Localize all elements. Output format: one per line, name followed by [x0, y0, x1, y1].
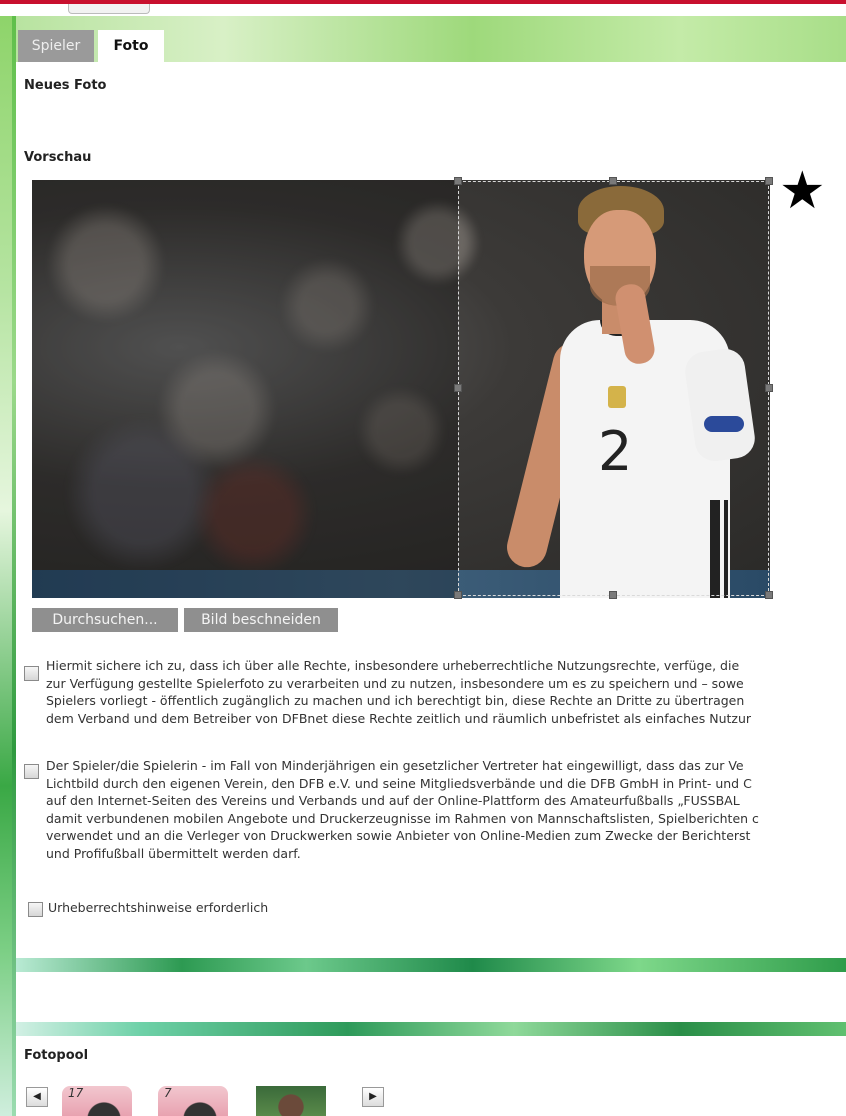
green-divider-bottom — [16, 1022, 846, 1036]
new-photo-heading: Neues Foto — [24, 78, 107, 93]
green-divider-top — [16, 958, 846, 972]
crop-handle-left[interactable] — [454, 384, 462, 392]
fotopool-thumbnail[interactable]: 7 — [158, 1086, 228, 1116]
top-strip — [0, 4, 846, 16]
player-consent-line: verwendet und an die Verleger von Druckw… — [46, 828, 751, 843]
rights-consent-line: Hiermit sichere ich zu, dass ich über al… — [46, 658, 740, 673]
crop-selection[interactable] — [458, 181, 769, 596]
tab-foto[interactable]: Foto — [98, 30, 164, 62]
tab-bar: Spieler Foto — [16, 16, 846, 62]
crop-handle-bottom-right[interactable] — [765, 591, 773, 599]
top-handle[interactable] — [68, 4, 150, 14]
tab-spieler[interactable]: Spieler — [18, 30, 94, 62]
fotopool-thumbnail[interactable]: 17 — [62, 1086, 132, 1116]
crop-handle-top[interactable] — [609, 177, 617, 185]
fotopool-next-button[interactable]: ▶ — [362, 1087, 384, 1107]
fotopool-heading: Fotopool — [24, 1048, 89, 1063]
player-consent-checkbox[interactable] — [24, 764, 39, 779]
player-consent-line: und Profifußball übermittelt werden darf… — [46, 845, 301, 861]
fotopool-thumbnail[interactable] — [256, 1086, 326, 1116]
preview-heading: Vorschau — [24, 150, 92, 165]
player-consent-text: Der Spieler/die Spielerin - im Fall von … — [46, 757, 846, 862]
thumbnail-number: 17 — [68, 1086, 84, 1100]
copyright-checkbox[interactable] — [28, 902, 43, 917]
left-decorative-band — [0, 16, 16, 1116]
crop-handle-top-right[interactable] — [765, 177, 773, 185]
crop-outside-shade — [32, 180, 458, 598]
player-consent-line: auf den Internet-Seiten des Vereins und … — [46, 793, 740, 808]
star-icon: ★ — [779, 161, 826, 221]
rights-consent-line: Spielers vorliegt - öffentlich zugänglic… — [46, 693, 745, 708]
arrow-right-icon: ▶ — [369, 1091, 377, 1102]
crop-handle-bottom[interactable] — [609, 591, 617, 599]
rights-consent-checkbox[interactable] — [24, 666, 39, 681]
fotopool-prev-button[interactable]: ◀ — [26, 1087, 48, 1107]
rights-consent-text: Hiermit sichere ich zu, dass ich über al… — [46, 657, 846, 727]
crop-handle-top-left[interactable] — [454, 177, 462, 185]
crop-handle-right[interactable] — [765, 384, 773, 392]
crop-image-button[interactable]: Bild beschneiden — [184, 608, 338, 632]
arrow-left-icon: ◀ — [33, 1091, 41, 1102]
copyright-label: Urheberrechtshinweise erforderlich — [48, 900, 269, 915]
player-consent-line: Der Spieler/die Spielerin - im Fall von … — [46, 758, 744, 773]
rights-consent-line: dem Verband und dem Betreiber von DFBnet… — [46, 710, 752, 726]
crop-handle-bottom-left[interactable] — [454, 591, 462, 599]
thumbnail-number: 7 — [164, 1086, 172, 1100]
browse-button[interactable]: Durchsuchen... — [32, 608, 178, 632]
rights-consent-line: zur Verfügung gestellte Spielerfoto zu v… — [46, 675, 744, 691]
player-consent-line: Lichtbild durch den eigenen Verein, den … — [46, 775, 752, 791]
player-consent-line: damit verbundenen mobilen Angebote und D… — [46, 810, 759, 826]
